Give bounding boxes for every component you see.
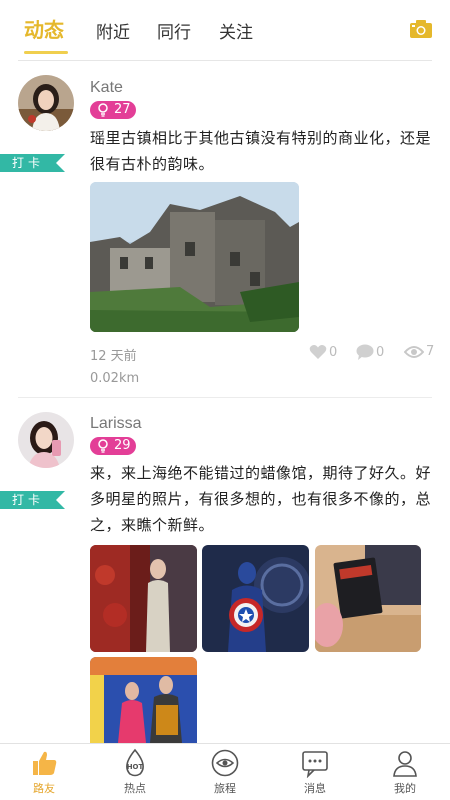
view-count: 7 bbox=[426, 344, 435, 359]
thumbs-up-icon bbox=[29, 748, 59, 778]
nav-journey[interactable]: 旅程 bbox=[195, 748, 255, 796]
active-tab-underline bbox=[24, 51, 68, 54]
view-count-stat: 7 bbox=[404, 344, 434, 359]
like-count: 0 bbox=[329, 344, 338, 360]
hot-icon: HOT bbox=[120, 748, 150, 778]
nav-label: 我的 bbox=[394, 782, 416, 795]
post-distance: 0.02km bbox=[90, 371, 140, 386]
checkin-tag: 打卡 bbox=[0, 491, 65, 509]
message-icon bbox=[300, 748, 330, 779]
svg-text:HOT: HOT bbox=[127, 763, 144, 771]
heart-icon bbox=[309, 345, 327, 359]
checkin-tag: 打卡 bbox=[0, 154, 65, 172]
nav-profile[interactable]: 我的 bbox=[375, 748, 435, 796]
post-photo[interactable] bbox=[90, 657, 197, 743]
bottom-navigation: 路友 HOT 热点 旅程 消息 我的 bbox=[0, 743, 450, 800]
comment-button[interactable]: 0 bbox=[356, 344, 384, 360]
header-divider bbox=[18, 60, 432, 61]
tab-nearby[interactable]: 附近 bbox=[96, 18, 130, 43]
level-value: 29 bbox=[114, 438, 131, 453]
nav-messages[interactable]: 消息 bbox=[285, 748, 345, 796]
nav-label: 路友 bbox=[33, 782, 55, 795]
bulb-icon bbox=[98, 439, 108, 453]
username[interactable]: Kate bbox=[90, 79, 123, 97]
tab-dynamics[interactable]: 动态 bbox=[24, 14, 64, 43]
comment-count: 0 bbox=[376, 344, 385, 360]
username[interactable]: Larissa bbox=[90, 415, 142, 433]
post-photo[interactable] bbox=[90, 545, 197, 652]
post-divider bbox=[18, 397, 432, 398]
nav-label: 旅程 bbox=[214, 782, 236, 795]
nav-label: 消息 bbox=[304, 782, 326, 795]
comment-icon bbox=[356, 344, 374, 360]
avatar[interactable] bbox=[18, 412, 74, 468]
level-badge: 27 bbox=[90, 101, 136, 119]
journey-icon bbox=[210, 748, 240, 778]
nav-hot[interactable]: HOT 热点 bbox=[105, 748, 165, 796]
level-badge: 29 bbox=[90, 437, 136, 455]
post-content: 瑶里古镇相比于其他古镇没有特别的商业化，还是很有古朴的韵味。 bbox=[90, 129, 432, 173]
camera-icon[interactable] bbox=[410, 20, 432, 38]
level-value: 27 bbox=[114, 102, 131, 117]
bulb-icon bbox=[98, 103, 108, 117]
top-tab-bar: 动态 附近 同行 关注 bbox=[0, 0, 450, 60]
avatar[interactable] bbox=[18, 75, 74, 131]
tab-fellow-travelers[interactable]: 同行 bbox=[157, 18, 191, 43]
post-photo[interactable] bbox=[202, 545, 309, 652]
nav-road-friends[interactable]: 路友 bbox=[14, 748, 74, 796]
like-button[interactable]: 0 bbox=[309, 344, 337, 360]
profile-icon bbox=[390, 748, 420, 778]
eye-icon bbox=[404, 345, 424, 358]
post-photo[interactable] bbox=[315, 545, 421, 652]
tab-following[interactable]: 关注 bbox=[219, 18, 253, 43]
post-photo[interactable] bbox=[90, 182, 299, 332]
post-time: 12 天前 bbox=[90, 349, 137, 364]
post-content: 来，来上海绝不能错过的蜡像馆，期待了好久。好多明星的照片，有很多想的，也有很多不… bbox=[90, 464, 432, 534]
nav-label: 热点 bbox=[124, 782, 146, 795]
